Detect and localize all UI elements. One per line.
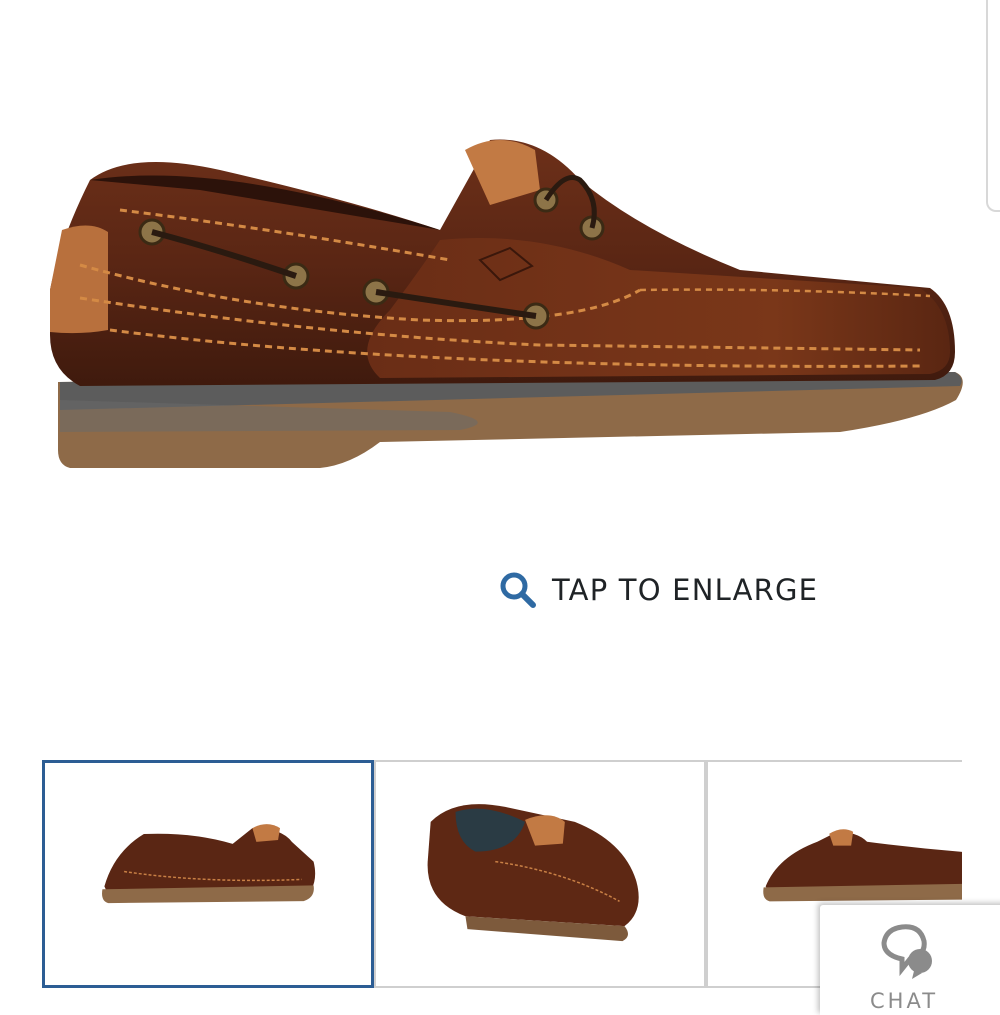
thumbnail-shoe-image bbox=[427, 804, 639, 942]
product-main-image[interactable] bbox=[20, 120, 980, 490]
search-icon bbox=[500, 572, 536, 608]
thumbnail-side-view[interactable] bbox=[42, 760, 374, 988]
thumbnail-three-quarter-view[interactable] bbox=[374, 760, 706, 988]
chat-button[interactable]: CHAT bbox=[820, 905, 1000, 1015]
tap-to-enlarge-label: TAP TO ENLARGE bbox=[552, 573, 819, 607]
chat-label: CHAT bbox=[870, 989, 939, 1013]
tap-to-enlarge-button[interactable]: TAP TO ENLARGE bbox=[498, 568, 818, 612]
chat-bubble-icon bbox=[881, 924, 932, 979]
boat-shoe-illustration bbox=[50, 139, 963, 468]
scrollbar-edge bbox=[986, 0, 1000, 212]
thumbnail-shoe-image bbox=[102, 824, 316, 904]
